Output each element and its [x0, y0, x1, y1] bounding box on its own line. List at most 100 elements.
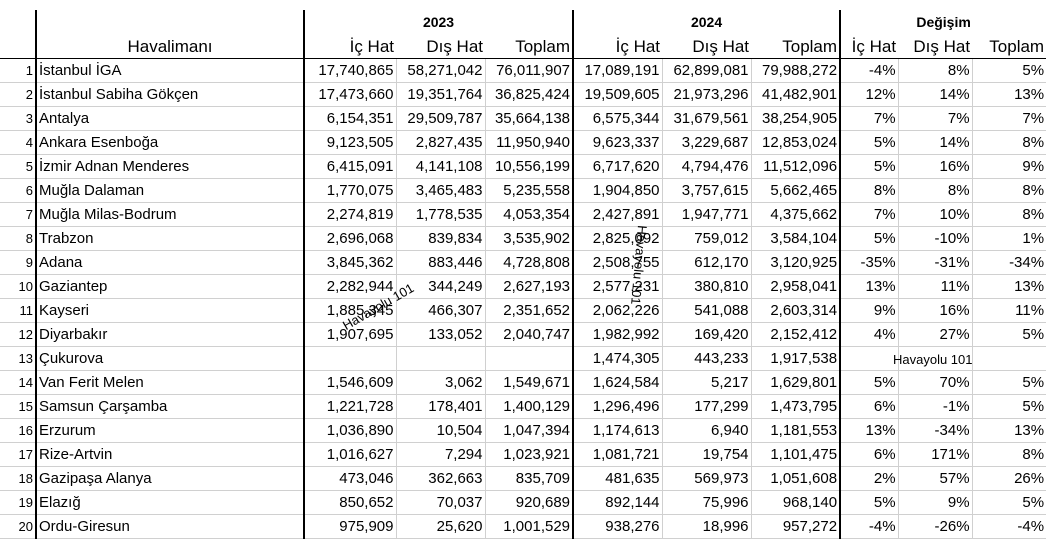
table-row: 19 Elazığ 850,652 70,037 920,689 892,144 75,99…	[0, 490, 1047, 515]
domestic-2024-cell: 2,508,755	[572, 250, 663, 275]
change-total-cell	[971, 346, 1047, 371]
total-2024-cell: 4,375,662	[750, 202, 841, 227]
column-header-2024-domestic: İç Hat	[572, 34, 663, 59]
total-2024-cell: 1,629,801	[750, 370, 841, 395]
change-international-cell: -10%	[897, 226, 973, 251]
domestic-2023-cell: 1,036,890	[303, 418, 396, 443]
domestic-2024-cell: 1,624,584	[572, 370, 663, 395]
international-2024-cell: 443,233	[661, 346, 752, 371]
international-2024-cell: 18,996	[661, 514, 752, 539]
row-number-cell: 17	[0, 442, 37, 467]
change-international-cell: 7%	[897, 106, 973, 131]
change-domestic-cell: 12%	[839, 82, 899, 107]
change-domestic-cell: 4%	[839, 322, 899, 347]
change-domestic-cell: -35%	[839, 250, 899, 275]
international-2023-cell: 2,827,435	[395, 130, 485, 155]
domestic-2024-cell: 9,623,337	[572, 130, 663, 155]
column-header-2023-total: Toplam	[485, 34, 574, 59]
row-number-cell: 14	[0, 370, 37, 395]
change-international-cell: 14%	[897, 130, 973, 155]
change-international-cell: 171%	[897, 442, 973, 467]
row-number-cell: 11	[0, 298, 37, 323]
international-2023-cell: 70,037	[395, 490, 485, 515]
international-2023-cell: 466,307	[395, 298, 485, 323]
table-row: 3 Antalya 6,154,351 29,509,787 35,664,138 6,5…	[0, 106, 1047, 131]
table-row: 7 Muğla Milas-Bodrum 2,274,819 1,778,535 4,0…	[0, 202, 1047, 227]
change-international-cell: -34%	[897, 418, 973, 443]
international-2023-cell: 10,504	[395, 418, 485, 443]
domestic-2023-cell: 6,154,351	[303, 106, 396, 131]
table-body: 1 İstanbul İGA 17,740,865 58,271,042 76,011,…	[0, 58, 1047, 539]
table-row: 2 İstanbul Sabiha Gökçen 17,473,660 19,351,…	[0, 82, 1047, 107]
total-2024-cell: 79,988,272	[750, 58, 841, 83]
row-number-cell: 7	[0, 202, 37, 227]
total-2024-cell: 12,853,024	[750, 130, 841, 155]
domestic-2024-cell: 1,081,721	[572, 442, 663, 467]
total-2023-cell: 1,047,394	[484, 418, 574, 443]
change-total-cell: -34%	[971, 250, 1047, 275]
total-2024-cell: 3,120,925	[750, 250, 841, 275]
international-2024-cell: 612,170	[661, 250, 752, 275]
airport-name-cell: Erzurum	[36, 418, 304, 443]
row-number-cell: 4	[0, 130, 37, 155]
international-2024-cell: 1,947,771	[661, 202, 752, 227]
international-2023-cell: 362,663	[395, 466, 485, 491]
international-2023-cell: 58,271,042	[395, 58, 485, 83]
international-2024-cell: 4,794,476	[661, 154, 752, 179]
change-domestic-cell: 13%	[839, 274, 899, 299]
group-header-2023: 2023	[302, 10, 574, 34]
domestic-2024-cell: 481,635	[572, 466, 663, 491]
total-2023-cell: 1,400,129	[484, 394, 574, 419]
domestic-2023-cell: 2,696,068	[303, 226, 396, 251]
change-international-cell: -26%	[897, 514, 973, 539]
row-number-cell: 9	[0, 250, 37, 275]
change-international-cell: 70%	[897, 370, 973, 395]
domestic-2024-cell: 19,509,605	[572, 82, 663, 107]
change-total-cell: 8%	[971, 442, 1047, 467]
domestic-2024-cell: 2,427,891	[572, 202, 663, 227]
change-total-cell: 5%	[971, 394, 1047, 419]
watermark-text: Havayolu 101	[893, 352, 973, 367]
international-2023-cell: 3,465,483	[395, 178, 485, 203]
airport-name-cell: İstanbul Sabiha Gökçen	[36, 82, 304, 107]
international-2024-cell: 569,973	[661, 466, 752, 491]
change-domestic-cell: 5%	[839, 490, 899, 515]
international-2024-cell: 169,420	[661, 322, 752, 347]
airport-name-cell: Diyarbakır	[36, 322, 304, 347]
table-row: 13 Çukurova 1,474,305 443,233 1,917,538	[0, 346, 1047, 371]
total-2023-cell	[484, 346, 574, 371]
change-domestic-cell: 7%	[839, 106, 899, 131]
international-2023-cell	[395, 346, 485, 371]
domestic-2024-cell: 6,575,344	[572, 106, 663, 131]
airport-name-cell: Ordu-Giresun	[36, 514, 304, 539]
airport-name-cell: Gaziantep	[36, 274, 304, 299]
row-number-cell: 1	[0, 58, 37, 83]
column-header-2023-domestic: İç Hat	[303, 34, 396, 59]
international-2024-cell: 19,754	[661, 442, 752, 467]
group-header-change: Değişim	[839, 10, 1047, 34]
table-row: 12 Diyarbakır 1,907,695 133,052 2,040,747 1,9…	[0, 322, 1047, 347]
airport-name-cell: Muğla Dalaman	[36, 178, 304, 203]
airport-name-cell: Trabzon	[36, 226, 304, 251]
change-international-cell: 16%	[897, 154, 973, 179]
domestic-2023-cell: 473,046	[303, 466, 396, 491]
total-2023-cell: 36,825,424	[484, 82, 574, 107]
column-header-2023-international: Dış Hat	[396, 34, 485, 59]
airport-name-cell: Gazipaşa Alanya	[36, 466, 304, 491]
column-header-airport: Havalimanı	[36, 34, 304, 59]
total-2023-cell: 35,664,138	[484, 106, 574, 131]
change-total-cell: 5%	[971, 58, 1047, 83]
international-2023-cell: 839,834	[395, 226, 485, 251]
change-total-cell: 5%	[971, 370, 1047, 395]
airport-name-cell: İzmir Adnan Menderes	[36, 154, 304, 179]
total-2023-cell: 1,001,529	[484, 514, 574, 539]
total-2024-cell: 1,101,475	[750, 442, 841, 467]
domestic-2024-cell: 1,474,305	[572, 346, 663, 371]
table-row: 4 Ankara Esenboğa 9,123,505 2,827,435 11,950…	[0, 130, 1047, 155]
change-international-cell: 57%	[897, 466, 973, 491]
row-number-cell: 3	[0, 106, 37, 131]
row-number-cell: 15	[0, 394, 37, 419]
airport-name-cell: Van Ferit Melen	[36, 370, 304, 395]
change-domestic-cell: 7%	[839, 202, 899, 227]
domestic-2024-cell: 1,982,992	[572, 322, 663, 347]
